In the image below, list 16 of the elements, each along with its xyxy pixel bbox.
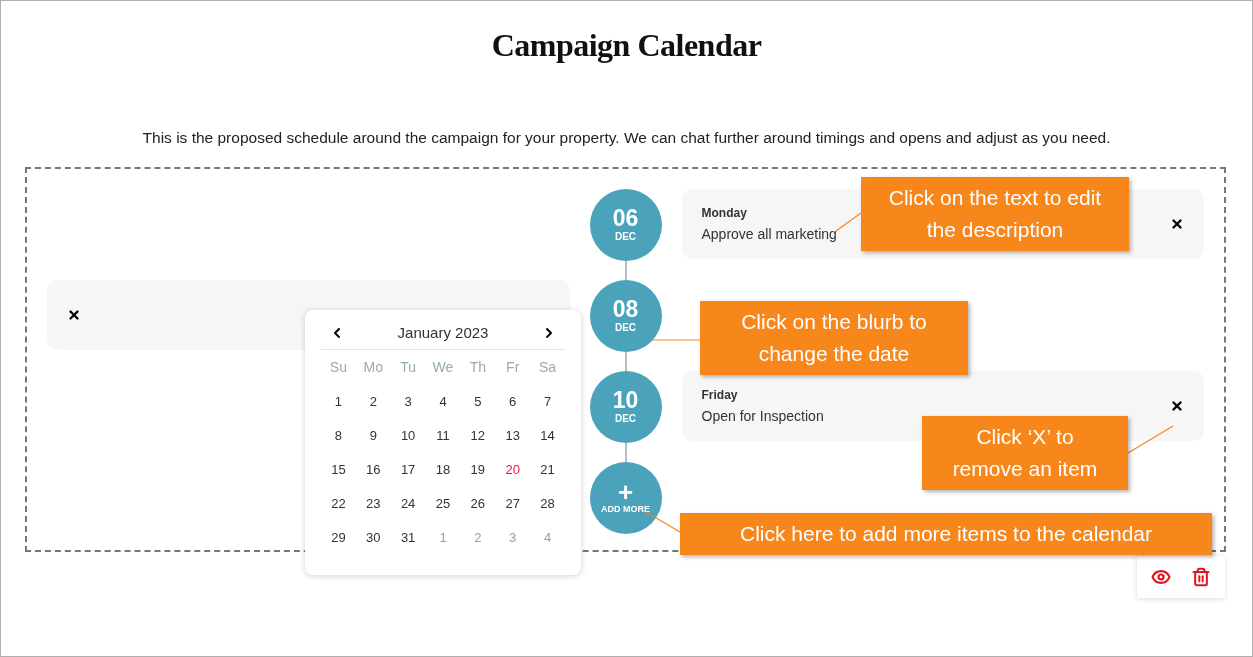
event-weekday: Monday: [701, 206, 748, 220]
page-title: Campaign Calendar: [491, 26, 762, 65]
intro-text: This is the proposed schedule around the campaign for your property. We can chat further around timings and opens and adjust as you need.: [142, 128, 1111, 148]
month-title: January 2023: [397, 324, 489, 341]
callout-tooltip: Click on the blurb to change the date: [700, 301, 968, 375]
callout-tooltip: Click here to add more items to the calendar: [680, 513, 1212, 555]
weekday-label: Su: [328, 358, 348, 377]
event-weekday: Friday: [701, 388, 739, 402]
weekday-label: Tu: [399, 358, 418, 377]
callout-tooltip: Click ‘X’ to remove an item: [922, 416, 1128, 490]
weekday-label: Th: [468, 358, 487, 377]
weekday-label: Fr: [505, 358, 521, 377]
weekday-label: Sa: [538, 358, 558, 377]
weekday-label: We: [431, 358, 455, 377]
weekday-label: Mo: [362, 358, 384, 377]
callout-tooltip: Click on the text to edit the description: [861, 177, 1129, 251]
